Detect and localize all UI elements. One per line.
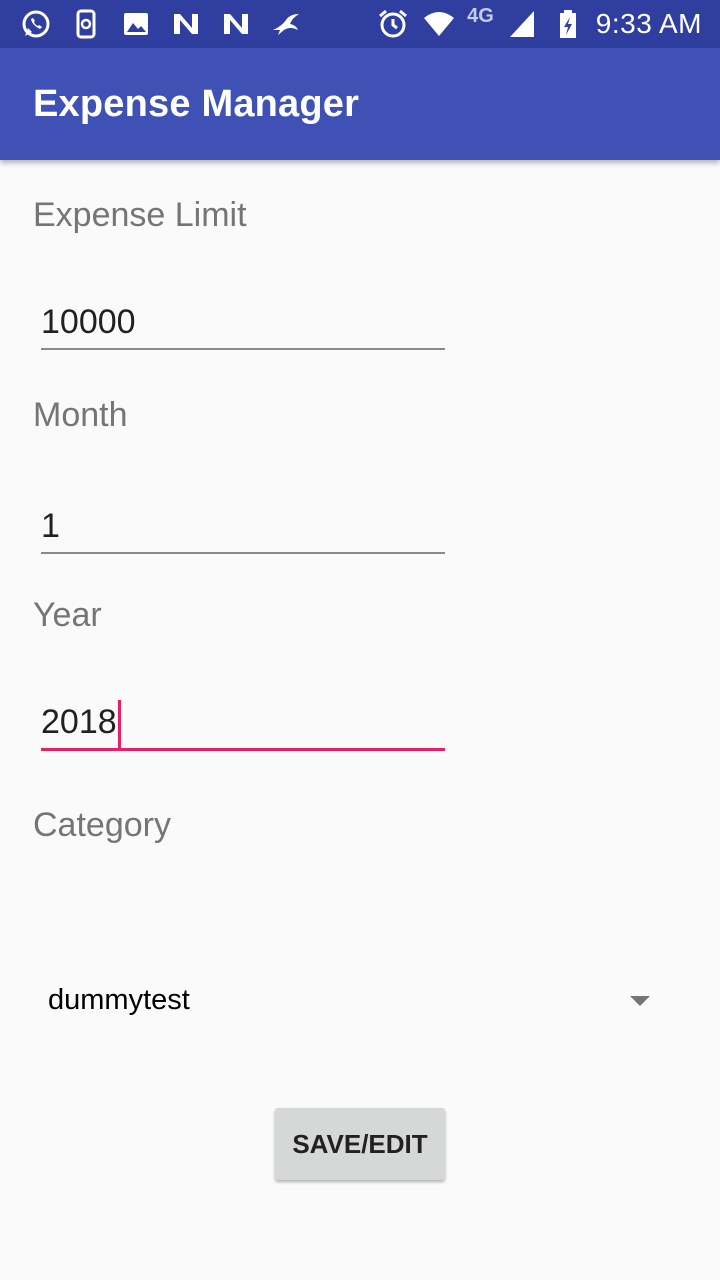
month-input[interactable]: 1: [41, 490, 445, 554]
clock: 9:33 AM: [595, 8, 702, 39]
gallery-icon: [118, 6, 154, 42]
status-bar: 4G 9:33 AM: [0, 0, 720, 48]
dropdown-arrow-icon: [630, 996, 650, 1006]
signal-icon: [504, 6, 540, 42]
year-value: 2018: [41, 703, 117, 741]
text-cursor: [117, 700, 121, 748]
category-selected-value: dummytest: [48, 983, 190, 1016]
year-input[interactable]: 2018: [41, 687, 445, 751]
month-label: Month: [33, 396, 128, 434]
expense-limit-input[interactable]: 10000: [41, 286, 445, 350]
expense-limit-label: Expense Limit: [33, 196, 247, 234]
whatsapp-icon: [18, 6, 54, 42]
notification-icons: [0, 6, 304, 42]
phone-sync-icon: [68, 6, 104, 42]
n-app-icon: [168, 6, 204, 42]
year-label: Year: [33, 596, 102, 634]
bird-app-icon: [268, 6, 304, 42]
app-title: Expense Manager: [33, 82, 360, 125]
system-icons: 4G 9:33 AM: [375, 4, 720, 42]
alarm-icon: [375, 6, 411, 42]
n-app-icon: [218, 6, 254, 42]
wifi-icon: [421, 6, 457, 42]
save-edit-button[interactable]: SAVE/EDIT: [275, 1108, 445, 1180]
app-bar: Expense Manager: [0, 48, 720, 160]
category-label: Category: [33, 806, 171, 844]
expense-limit-value: 10000: [41, 303, 136, 341]
month-value: 1: [41, 507, 60, 545]
network-type: 4G: [467, 4, 494, 27]
battery-charging-icon: [550, 6, 586, 42]
category-spinner[interactable]: dummytest: [33, 964, 663, 1036]
